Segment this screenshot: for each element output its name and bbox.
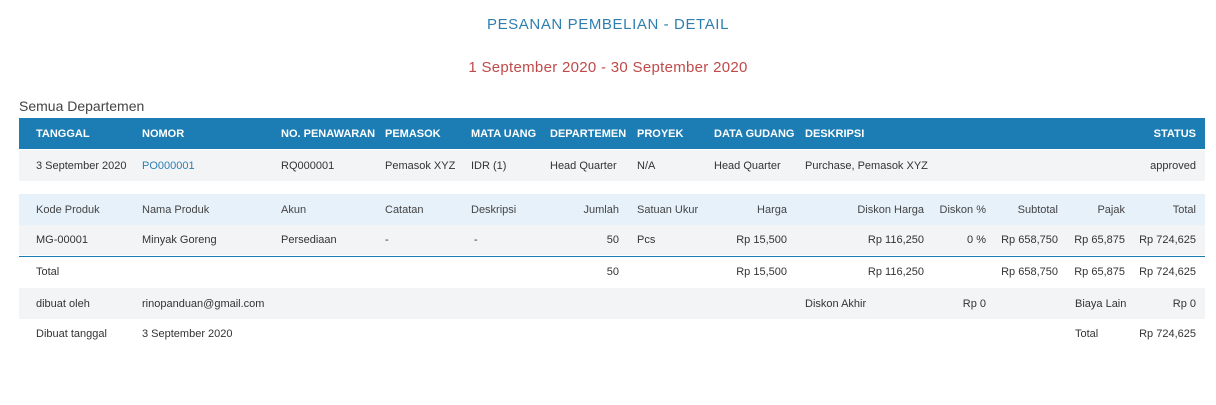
item-satuan-ukur: Pcs bbox=[637, 234, 656, 246]
totals-diskon-harga: Rp 116,250 bbox=[867, 266, 924, 278]
item-row: MG-00001 Minyak Goreng Persediaan - - 50… bbox=[19, 225, 1205, 255]
col-data-gudang-header: DATA GUDANG bbox=[714, 127, 795, 140]
col-jumlah-header: Jumlah bbox=[583, 203, 619, 216]
item-total: Rp 724,625 bbox=[1139, 234, 1196, 246]
created-by-row: dibuat oleh rinopanduan@gmail.com Diskon… bbox=[19, 288, 1205, 319]
item-pajak: Rp 65,875 bbox=[1074, 234, 1125, 246]
order-tanggal: 3 September 2020 bbox=[36, 159, 127, 172]
created-by-value: rinopanduan@gmail.com bbox=[142, 297, 265, 310]
totals-total: Rp 724,625 bbox=[1139, 266, 1196, 278]
col-deskripsi-item-header: Deskripsi bbox=[471, 203, 517, 216]
report-title: PESANAN PEMBELIAN - DETAIL bbox=[486, 16, 730, 33]
col-departemen-header: DEPARTEMEN bbox=[550, 127, 627, 140]
other-cost-value: Rp 0 bbox=[1172, 297, 1196, 310]
order-data-gudang: Head Quarter bbox=[714, 159, 781, 172]
item-harga: Rp 15,500 bbox=[736, 234, 787, 246]
totals-jumlah: 50 bbox=[606, 266, 619, 278]
item-deskripsi: - bbox=[474, 234, 478, 246]
col-diskon-pct-header: Diskon % bbox=[939, 203, 986, 216]
totals-harga: Rp 15,500 bbox=[736, 266, 787, 278]
col-harga-header: Harga bbox=[757, 203, 787, 216]
order-pemasok: Pemasok XYZ bbox=[385, 159, 456, 172]
col-diskon-harga-header: Diskon Harga bbox=[857, 203, 924, 216]
col-nama-produk-header: Nama Produk bbox=[142, 203, 210, 216]
item-catatan: - bbox=[385, 234, 389, 246]
col-akun-header: Akun bbox=[281, 203, 307, 216]
order-header-row: TANGGAL NOMOR NO. PENAWARAN PEMASOK MATA… bbox=[19, 118, 1205, 149]
created-by-label: dibuat oleh bbox=[36, 297, 90, 310]
created-date-value: 3 September 2020 bbox=[142, 328, 233, 340]
order-number-link[interactable]: PO000001 bbox=[142, 150, 195, 181]
item-nama-produk: Minyak Goreng bbox=[142, 234, 217, 246]
order-proyek: N/A bbox=[637, 159, 656, 172]
totals-label: Total bbox=[36, 266, 60, 278]
col-mata-uang-header: MATA UANG bbox=[471, 127, 537, 140]
item-jumlah: 50 bbox=[606, 234, 619, 246]
order-mata-uang: IDR (1) bbox=[471, 159, 507, 172]
created-date-row: Dibuat tanggal 3 September 2020 Total Rp… bbox=[19, 319, 1205, 349]
col-nomor-header: NOMOR bbox=[142, 127, 185, 140]
department-filter-label: Semua Departemen bbox=[19, 98, 145, 114]
final-discount-label: Diskon Akhir bbox=[805, 297, 867, 310]
col-kode-produk-header: Kode Produk bbox=[36, 203, 100, 216]
col-proyek-header: PROYEK bbox=[637, 127, 684, 140]
item-akun: Persediaan bbox=[281, 234, 337, 246]
order-no-penawaran: RQ000001 bbox=[281, 159, 335, 172]
grand-total-value: Rp 724,625 bbox=[1139, 328, 1196, 340]
grand-total-label: Total bbox=[1075, 328, 1099, 340]
order-status: approved bbox=[1150, 159, 1196, 172]
order-deskripsi: Purchase, Pemasok XYZ bbox=[805, 159, 928, 172]
totals-row: Total 50 Rp 15,500 Rp 116,250 Rp 658,750… bbox=[19, 256, 1205, 287]
other-cost-label: Biaya Lain bbox=[1075, 297, 1127, 310]
col-total-header: Total bbox=[1172, 203, 1196, 216]
item-diskon-harga: Rp 116,250 bbox=[867, 234, 924, 246]
order-row: 3 September 2020 PO000001 RQ000001 Pemas… bbox=[19, 150, 1205, 181]
totals-subtotal: Rp 658,750 bbox=[1001, 266, 1058, 278]
col-pemasok-header: PEMASOK bbox=[385, 127, 441, 140]
item-diskon-pct: 0 % bbox=[967, 234, 986, 246]
item-kode-produk: MG-00001 bbox=[36, 234, 88, 246]
item-header-row: Kode Produk Nama Produk Akun Catatan Des… bbox=[19, 194, 1205, 225]
final-discount-value: Rp 0 bbox=[962, 297, 986, 310]
col-status-header: STATUS bbox=[1153, 127, 1196, 140]
col-satuan-ukur-header: Satuan Ukur bbox=[637, 203, 699, 216]
col-catatan-header: Catatan bbox=[385, 203, 424, 216]
report-period: 1 September 2020 - 30 September 2020 bbox=[468, 59, 748, 76]
totals-pajak: Rp 65,875 bbox=[1074, 266, 1125, 278]
col-pajak-header: Pajak bbox=[1097, 203, 1125, 216]
col-subtotal-header: Subtotal bbox=[1017, 203, 1058, 216]
created-date-label: Dibuat tanggal bbox=[36, 328, 107, 340]
order-departemen: Head Quarter bbox=[550, 159, 617, 172]
col-tanggal-header: TANGGAL bbox=[36, 127, 90, 140]
col-no-penawaran-header: NO. PENAWARAN bbox=[281, 127, 376, 140]
col-deskripsi-header: DESKRIPSI bbox=[805, 127, 865, 140]
item-subtotal: Rp 658,750 bbox=[1001, 234, 1058, 246]
